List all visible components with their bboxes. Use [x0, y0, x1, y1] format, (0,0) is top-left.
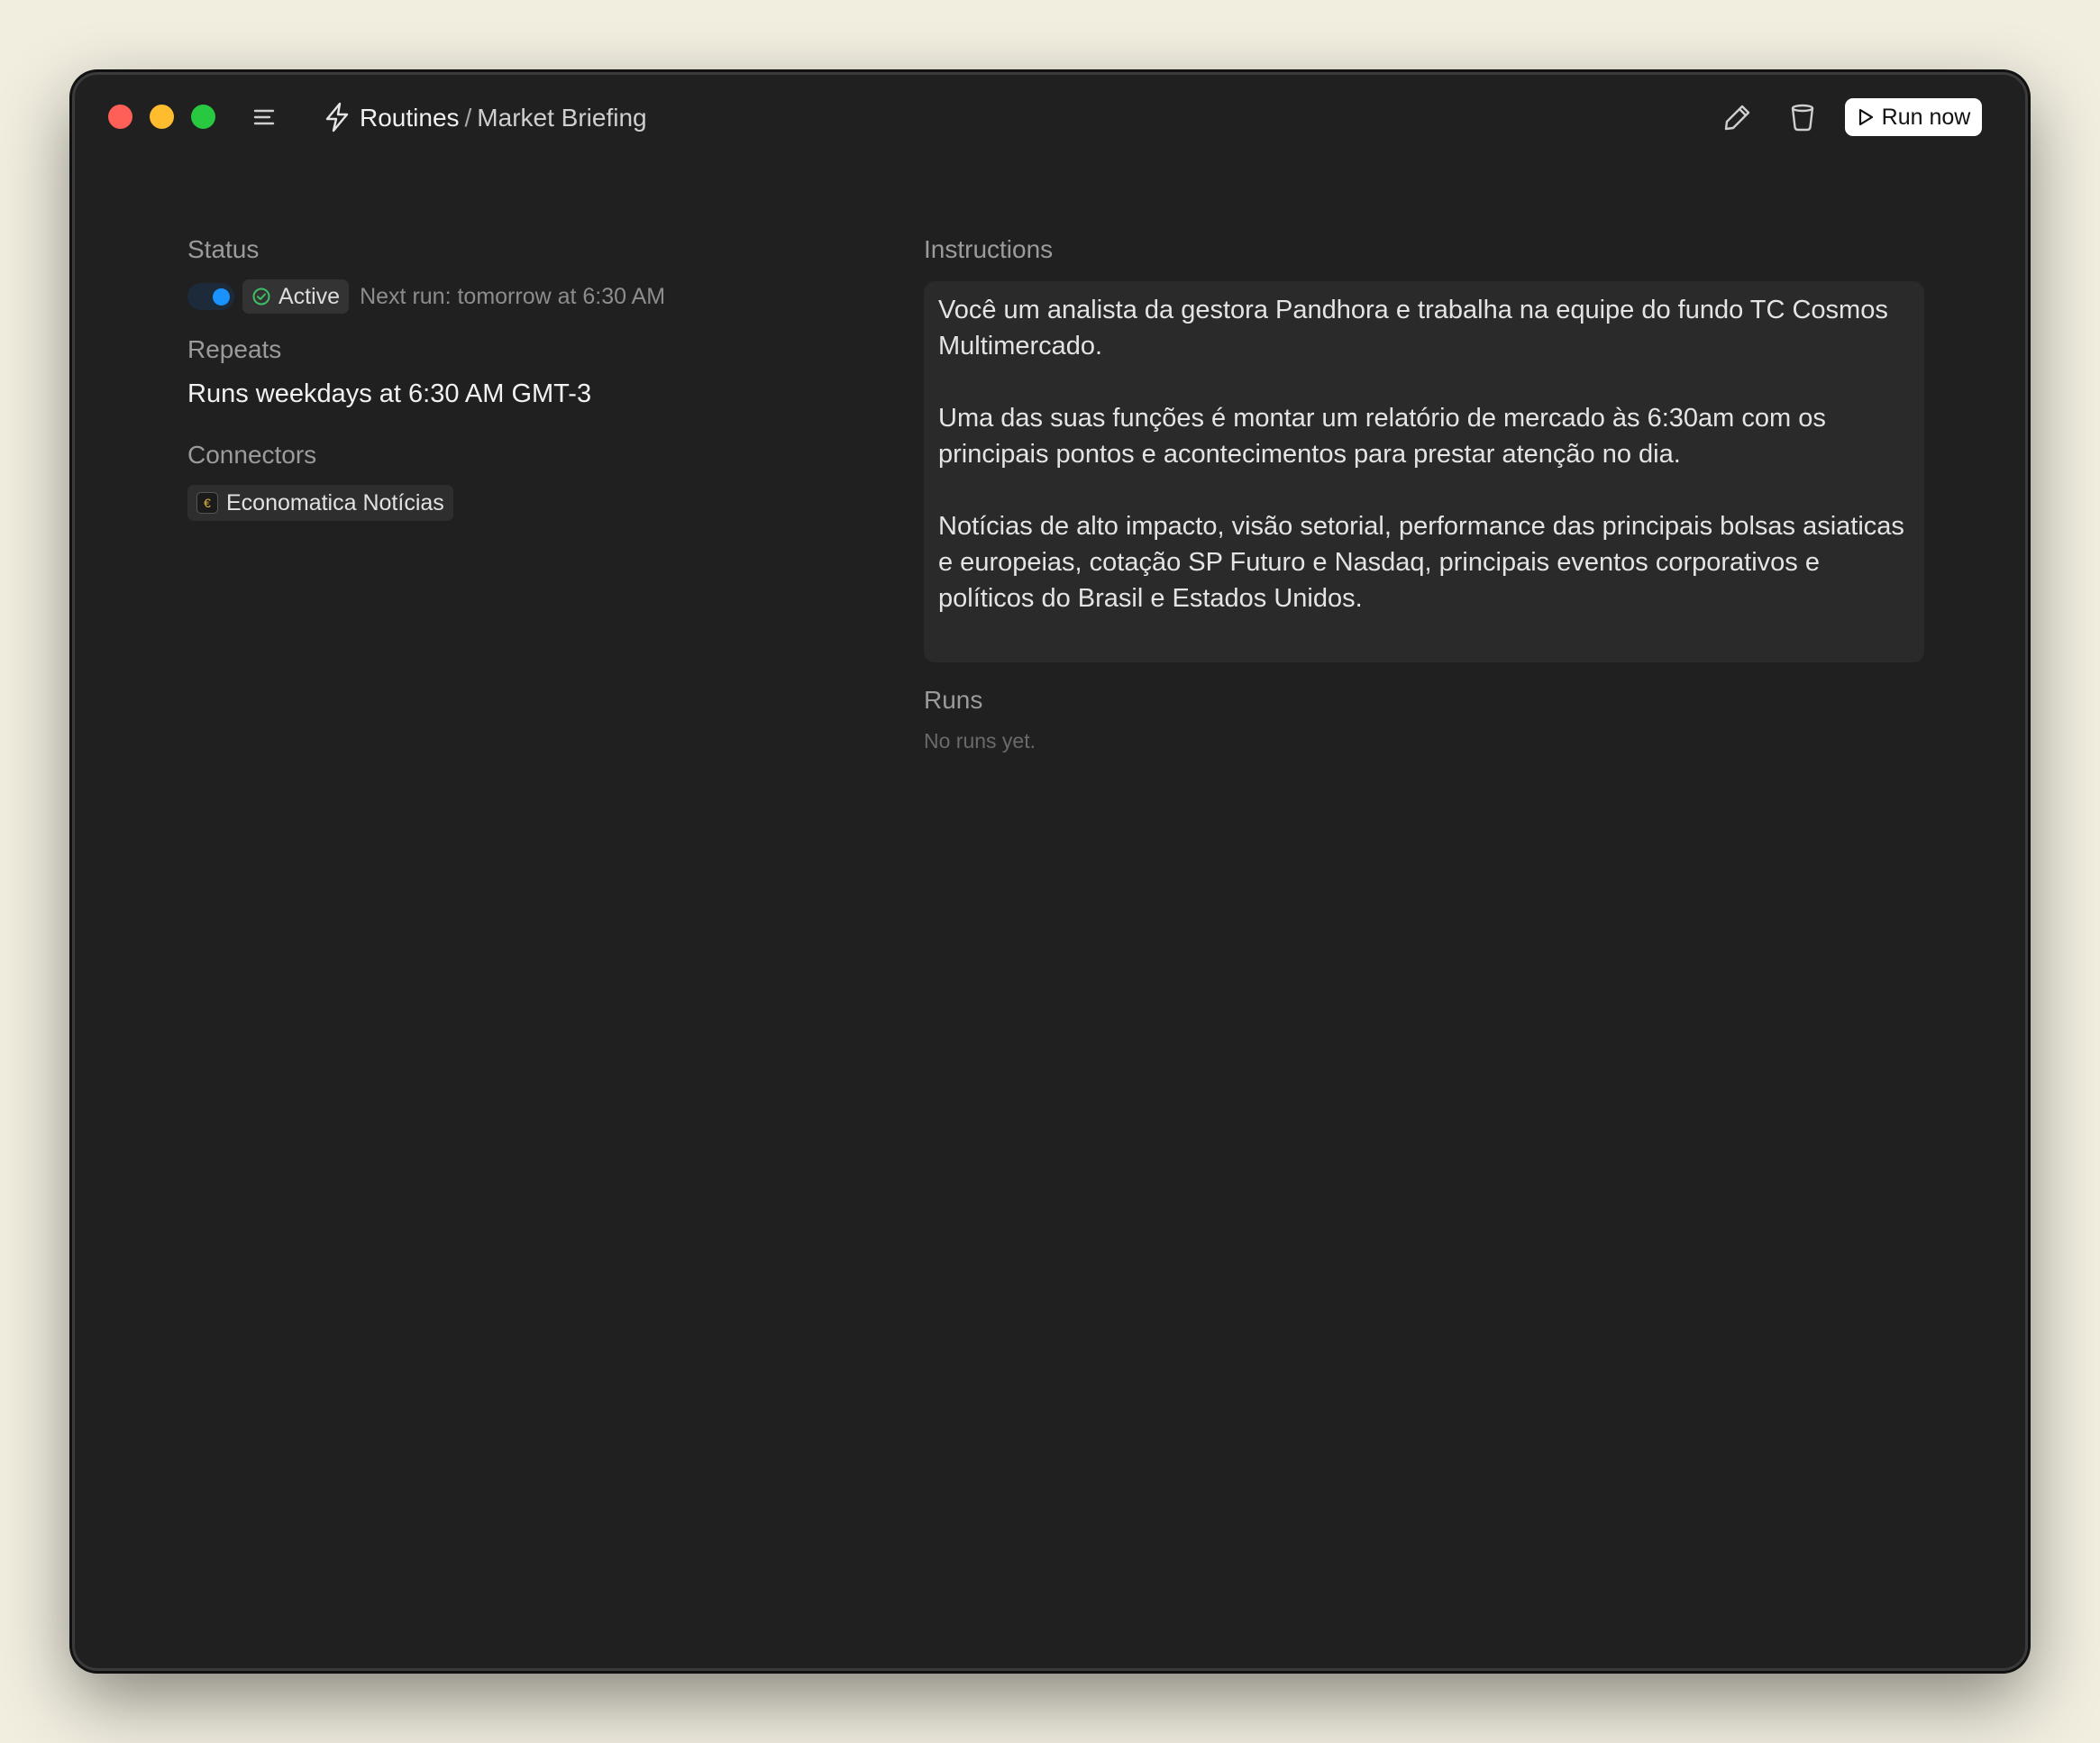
status-label: Status — [187, 235, 260, 263]
status-row: Active Next run: tomorrow at 6:30 AM — [187, 279, 665, 314]
instructions-label: Instructions — [924, 235, 1054, 263]
instructions-paragraph: Uma das suas funções é montar um relatór… — [938, 404, 1826, 469]
app-window: Routines / Market Briefing Run now Status — [72, 72, 2028, 1671]
toggle-knob — [213, 288, 230, 306]
status-badge-text: Active — [278, 283, 341, 309]
runs-label: Runs — [924, 686, 983, 714]
run-now-label: Run now — [1881, 104, 1971, 130]
breadcrumb-routines-link[interactable]: Routines — [360, 104, 460, 132]
instructions-paragraph: Notícias de alto impacto, visão setorial… — [938, 512, 1904, 613]
title-bar: Routines / Market Briefing Run now — [75, 75, 2025, 161]
check-circle-icon — [252, 287, 270, 306]
economatica-logo-icon: € — [196, 492, 218, 514]
maximize-window-button[interactable] — [191, 105, 215, 129]
next-run-text: Next run: tomorrow at 6:30 AM — [360, 283, 666, 309]
trash-icon[interactable] — [1786, 101, 1819, 133]
breadcrumb: Routines / Market Briefing — [360, 100, 647, 136]
active-toggle[interactable] — [187, 283, 234, 310]
breadcrumb-current-page: Market Briefing — [477, 104, 647, 132]
status-badge: Active — [242, 279, 350, 314]
lightning-bolt-icon — [325, 102, 349, 132]
runs-empty-state: No runs yet. — [924, 729, 1036, 753]
close-window-button[interactable] — [108, 105, 132, 129]
connectors-label: Connectors — [187, 441, 317, 469]
run-now-button[interactable]: Run now — [1845, 98, 1982, 136]
connector-name: Economatica Notícias — [226, 489, 444, 516]
connector-chip[interactable]: € Economatica Notícias — [187, 485, 453, 521]
pencil-icon[interactable] — [1721, 101, 1754, 133]
repeats-value: Runs weekdays at 6:30 AM GMT-3 — [187, 379, 592, 408]
breadcrumb-separator: / — [464, 104, 472, 132]
menu-icon[interactable] — [251, 105, 278, 129]
minimize-window-button[interactable] — [150, 105, 174, 129]
repeats-label: Repeats — [187, 335, 282, 363]
play-icon — [1858, 108, 1873, 126]
instructions-text-box: Você um analista da gestora Pandhora e t… — [924, 281, 1924, 662]
instructions-paragraph: Você um analista da gestora Pandhora e t… — [938, 296, 1888, 360]
